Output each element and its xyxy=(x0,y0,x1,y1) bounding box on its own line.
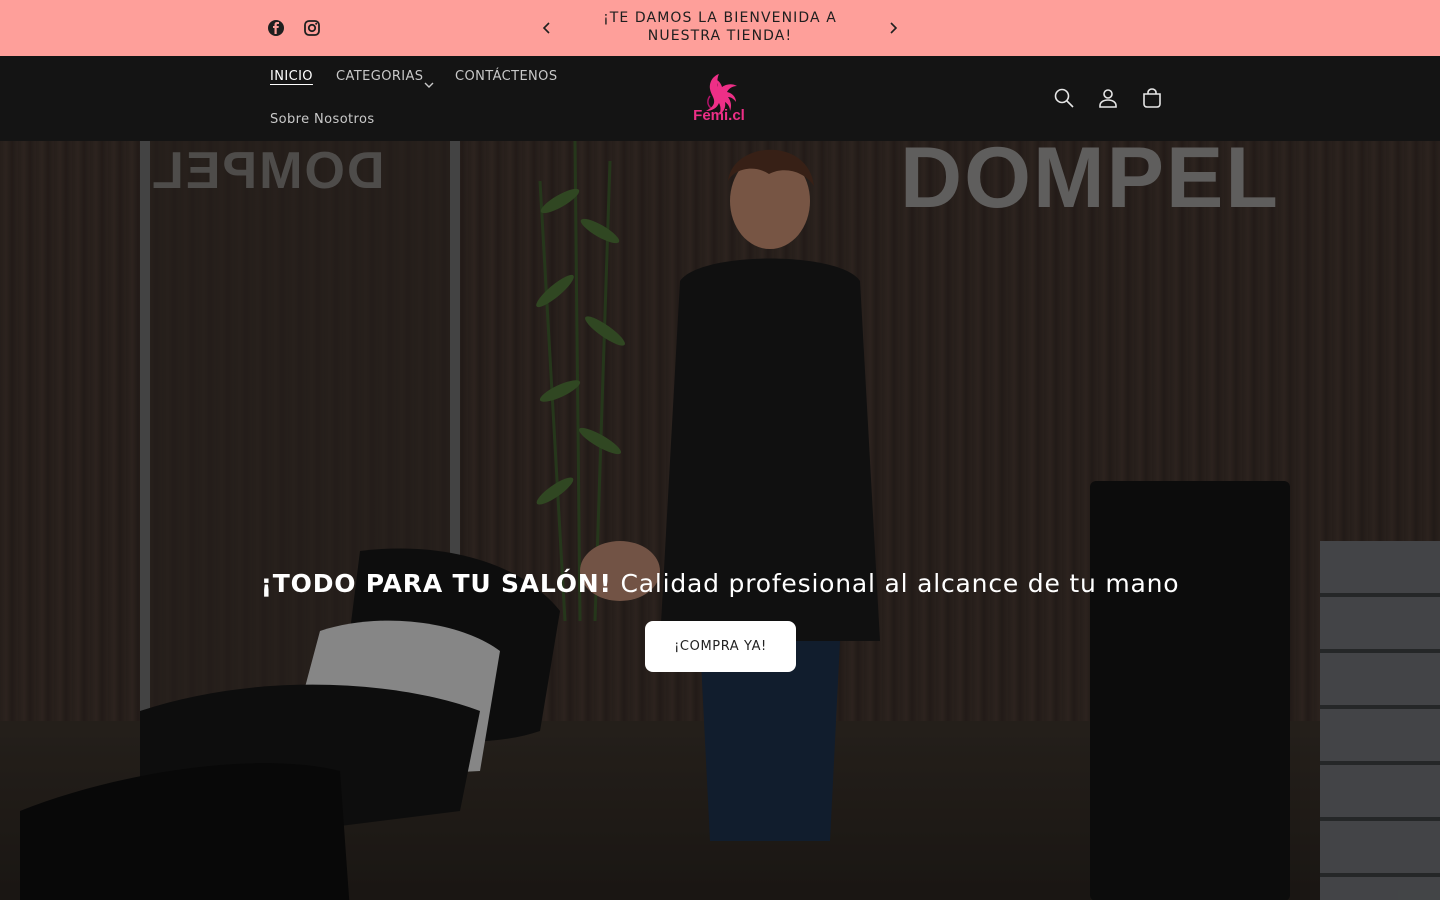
nav-item-sobre-nosotros[interactable]: Sobre Nosotros xyxy=(270,112,375,127)
nav-item-inicio[interactable]: INICIO xyxy=(270,69,313,84)
logo-text: Femi.cl xyxy=(693,107,745,124)
nav-item-categorias[interactable]: CATEGORIAS xyxy=(336,69,423,84)
shop-now-button[interactable]: ¡COMPRA YA! xyxy=(645,621,796,672)
hero-title-bold: ¡TODO PARA TU SALÓN! xyxy=(260,569,612,598)
announcement-next-arrow[interactable] xyxy=(883,18,903,38)
announcement-text: ¡TE DAMOS LA BIENVENIDA A NUESTRA TIENDA… xyxy=(603,10,837,44)
account-icon[interactable] xyxy=(1096,86,1120,110)
cart-icon[interactable] xyxy=(1140,86,1164,110)
chevron-down-icon[interactable] xyxy=(424,74,434,88)
site-header: INICIO CATEGORIAS CONTÁCTENOS Sobre Noso… xyxy=(0,56,1440,141)
hero-title-rest: Calidad profesional al alcance de tu man… xyxy=(611,569,1180,598)
announcement-prev-arrow[interactable] xyxy=(537,18,557,38)
hero-title: ¡TODO PARA TU SALÓN! Calidad profesional… xyxy=(0,569,1440,598)
hero-banner: DOMPEL DOMPEL ¡TODO PARA TU SALÓN! Calid… xyxy=(0,141,1440,900)
facebook-icon[interactable] xyxy=(266,18,286,38)
nav-item-contactenos[interactable]: CONTÁCTENOS xyxy=(455,69,557,84)
announcement-bar: ¡TE DAMOS LA BIENVENIDA A NUESTRA TIENDA… xyxy=(0,0,1440,56)
search-icon[interactable] xyxy=(1052,86,1076,110)
instagram-icon[interactable] xyxy=(302,18,322,38)
hero-dim-overlay xyxy=(0,141,1440,900)
